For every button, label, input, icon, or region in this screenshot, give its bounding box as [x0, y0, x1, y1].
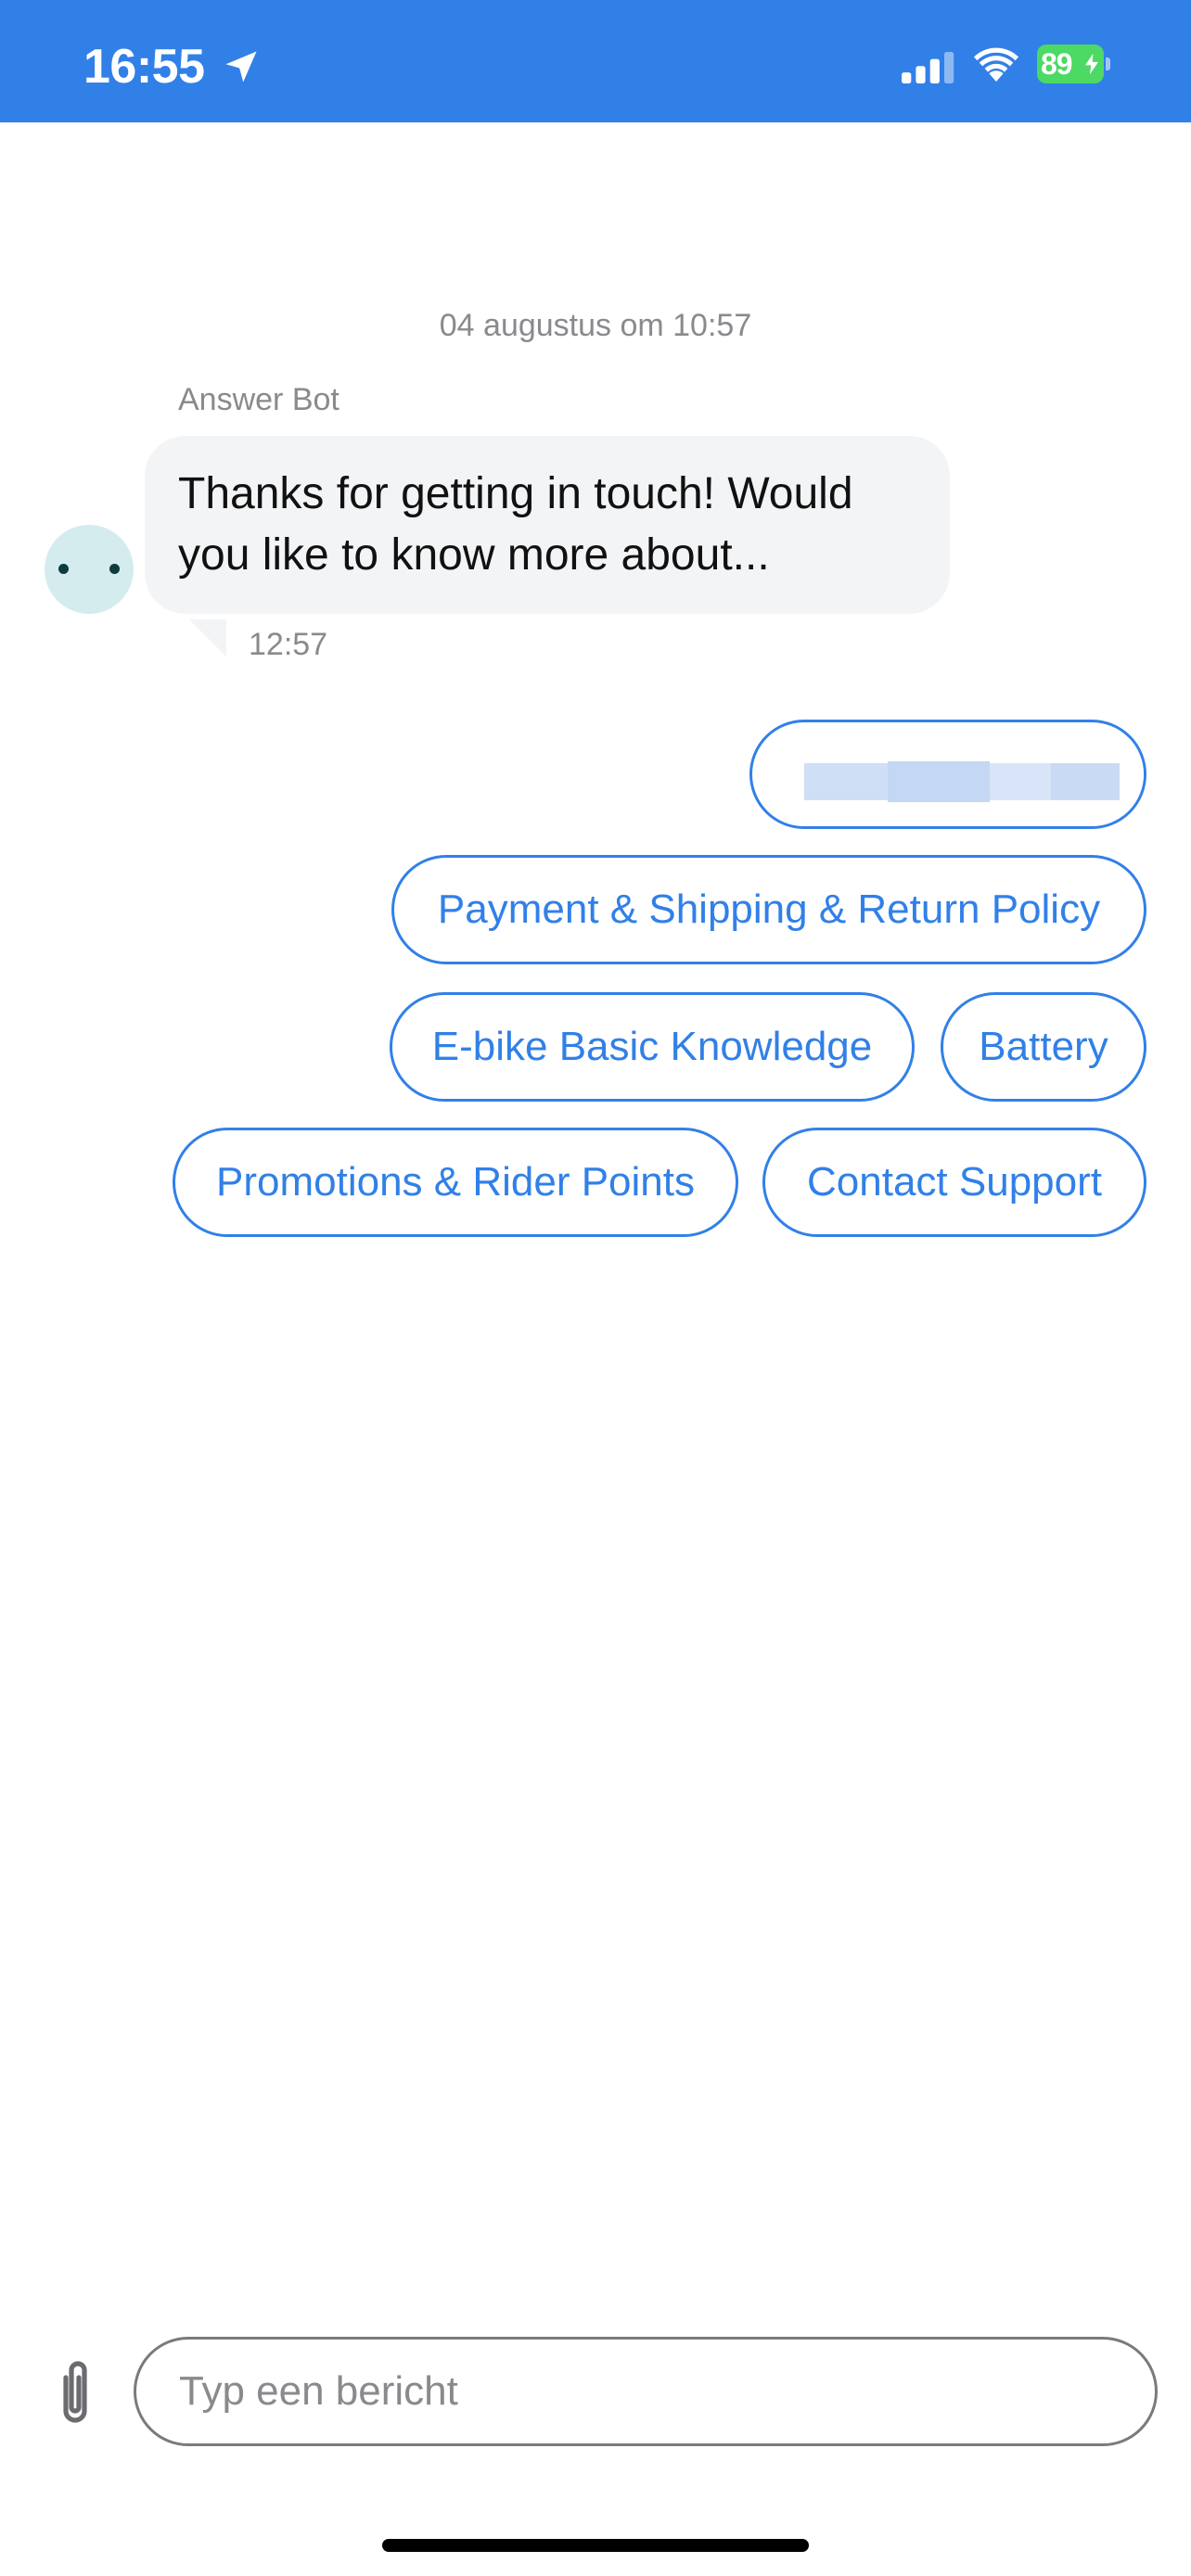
status-time: 16:55: [83, 40, 205, 94]
location-arrow-icon: [225, 51, 257, 83]
redaction-block: [888, 761, 990, 802]
status-bar: 16:55 89: [0, 0, 1191, 122]
battery-charging-icon: 89: [1037, 45, 1110, 83]
bot-message-bubble: Thanks for getting in touch! Would you l…: [145, 436, 950, 614]
wifi-icon: [974, 47, 1018, 82]
redaction-block: [1051, 763, 1120, 800]
bubble-tail: [189, 619, 226, 657]
message-time: 12:57: [249, 627, 328, 662]
paperclip-icon[interactable]: [52, 2355, 98, 2429]
quick-reply-payment-shipping-return[interactable]: Payment & Shipping & Return Policy: [391, 855, 1146, 964]
redaction-block: [804, 763, 888, 800]
avatar-eye-left: [58, 564, 69, 574]
cellular-signal-icon: [902, 52, 954, 83]
quick-reply-ebike-basic-knowledge[interactable]: E-bike Basic Knowledge: [390, 992, 915, 1102]
bot-message-text: Thanks for getting in touch! Would you l…: [178, 469, 853, 580]
home-indicator[interactable]: [382, 2539, 809, 2552]
redacted-quick-reply[interactable]: [749, 720, 1146, 829]
sender-name: Answer Bot: [178, 382, 339, 417]
avatar-eye-right: [109, 564, 120, 574]
battery-body: 89: [1037, 45, 1104, 83]
date-stamp: 04 augustus om 10:57: [439, 308, 752, 343]
battery-level: 89: [1041, 47, 1073, 81]
battery-nub: [1106, 57, 1110, 70]
redaction-cover: [762, 735, 1144, 826]
message-input[interactable]: [179, 2340, 1107, 2443]
quick-reply-promotions-rider-points[interactable]: Promotions & Rider Points: [173, 1128, 738, 1237]
charging-bolt-icon: [1085, 53, 1098, 75]
quick-reply-battery[interactable]: Battery: [941, 992, 1146, 1102]
message-input-container[interactable]: [134, 2337, 1158, 2446]
bot-avatar: [45, 525, 134, 614]
quick-reply-contact-support[interactable]: Contact Support: [762, 1128, 1146, 1237]
